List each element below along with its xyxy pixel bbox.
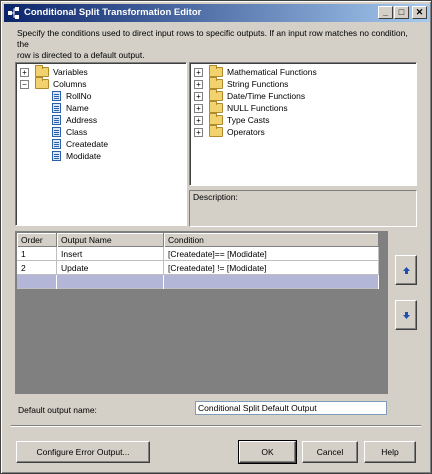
tree-label: Date/Time Functions (227, 91, 306, 101)
output-name-cell[interactable] (57, 275, 164, 289)
condition-cell[interactable] (164, 275, 379, 289)
minimize-icon: _ (382, 7, 388, 17)
collapse-minus-icon[interactable]: − (20, 80, 29, 89)
folder-icon (209, 101, 223, 113)
grid-header-row: Order Output Name Condition (17, 233, 379, 247)
tree-label: Createdate (66, 139, 109, 149)
column-icon (52, 139, 61, 149)
folder-icon (35, 77, 49, 89)
expand-plus-icon[interactable]: + (194, 80, 203, 89)
help-button[interactable]: Help (364, 441, 416, 463)
column-icon (52, 151, 61, 161)
column-icon (52, 115, 61, 125)
output-name-cell[interactable]: Insert (57, 247, 164, 261)
folder-icon (209, 125, 223, 137)
default-output-label: Default output name: (18, 405, 97, 415)
tree-label: Type Casts (227, 115, 270, 125)
column-icon (52, 91, 61, 101)
order-cell[interactable]: 1 (17, 247, 57, 261)
conditions-grid[interactable]: Order Output Name Condition 1 Insert [Cr… (15, 231, 388, 394)
column-header-order[interactable]: Order (17, 233, 57, 247)
folder-icon (209, 89, 223, 101)
condition-cell[interactable]: [Createdate] != [Modidate] (164, 261, 379, 275)
default-output-input[interactable] (195, 401, 387, 415)
description-label: Description: (193, 192, 238, 202)
minimize-button[interactable]: _ (378, 6, 393, 19)
column-header-condition[interactable]: Condition (164, 233, 379, 247)
expand-plus-icon[interactable]: + (194, 128, 203, 137)
separator (11, 425, 421, 427)
instructions-text: Specify the conditions used to direct in… (17, 28, 408, 60)
tree-label: Name (66, 103, 89, 113)
dialog-window: Conditional Split Transformation Editor … (0, 0, 432, 474)
window-title: Conditional Split Transformation Editor (24, 7, 202, 18)
tree-label: RollNo (66, 91, 92, 101)
order-cell[interactable] (17, 275, 57, 289)
columns-tree-pane[interactable]: + Variables − Columns RollNo Name Addres… (15, 62, 187, 226)
expand-plus-icon[interactable]: + (194, 92, 203, 101)
folder-icon (209, 65, 223, 77)
maximize-button[interactable]: □ (394, 6, 409, 19)
tree-label: Columns (53, 79, 87, 89)
column-header-output-name[interactable]: Output Name (57, 233, 164, 247)
folder-icon (209, 77, 223, 89)
folder-icon (209, 113, 223, 125)
new-row[interactable] (17, 275, 379, 289)
table-row[interactable]: 1 Insert [Createdate]== [Modidate] (17, 247, 379, 261)
configure-error-output-button[interactable]: Configure Error Output... (16, 441, 150, 463)
tree-label: Class (66, 127, 88, 137)
column-icon (52, 127, 61, 137)
tree-label: Variables (53, 67, 88, 77)
ssis-component-icon (7, 6, 21, 20)
expand-plus-icon[interactable]: + (194, 68, 203, 77)
arrow-down-icon (403, 312, 410, 319)
close-icon: ✕ (415, 7, 424, 17)
expand-plus-icon[interactable]: + (194, 116, 203, 125)
expand-plus-icon[interactable]: + (194, 104, 203, 113)
description-panel: Description: (189, 190, 417, 227)
tree-label: Modidate (66, 151, 101, 161)
arrow-up-icon (403, 267, 410, 274)
column-icon (52, 103, 61, 113)
maximize-icon: □ (398, 7, 405, 17)
condition-cell[interactable]: [Createdate]== [Modidate] (164, 247, 379, 261)
close-button[interactable]: ✕ (412, 6, 427, 19)
table-row[interactable]: 2 Update [Createdate] != [Modidate] (17, 261, 379, 275)
tree-label: NULL Functions (227, 103, 288, 113)
tree-label: Mathematical Functions (227, 67, 317, 77)
tree-label: Address (66, 115, 98, 125)
ok-button[interactable]: OK (238, 440, 297, 464)
cancel-button[interactable]: Cancel (302, 441, 358, 463)
functions-tree-pane[interactable]: + Mathematical Functions + String Functi… (189, 62, 417, 186)
tree-label: Operators (227, 127, 265, 137)
order-cell[interactable]: 2 (17, 261, 57, 275)
folder-icon (35, 65, 49, 77)
tree-label: String Functions (227, 79, 289, 89)
move-up-button[interactable] (395, 255, 417, 285)
output-name-cell[interactable]: Update (57, 261, 164, 275)
move-down-button[interactable] (395, 300, 417, 330)
title-bar[interactable]: Conditional Split Transformation Editor … (4, 4, 430, 22)
expand-plus-icon[interactable]: + (20, 68, 29, 77)
